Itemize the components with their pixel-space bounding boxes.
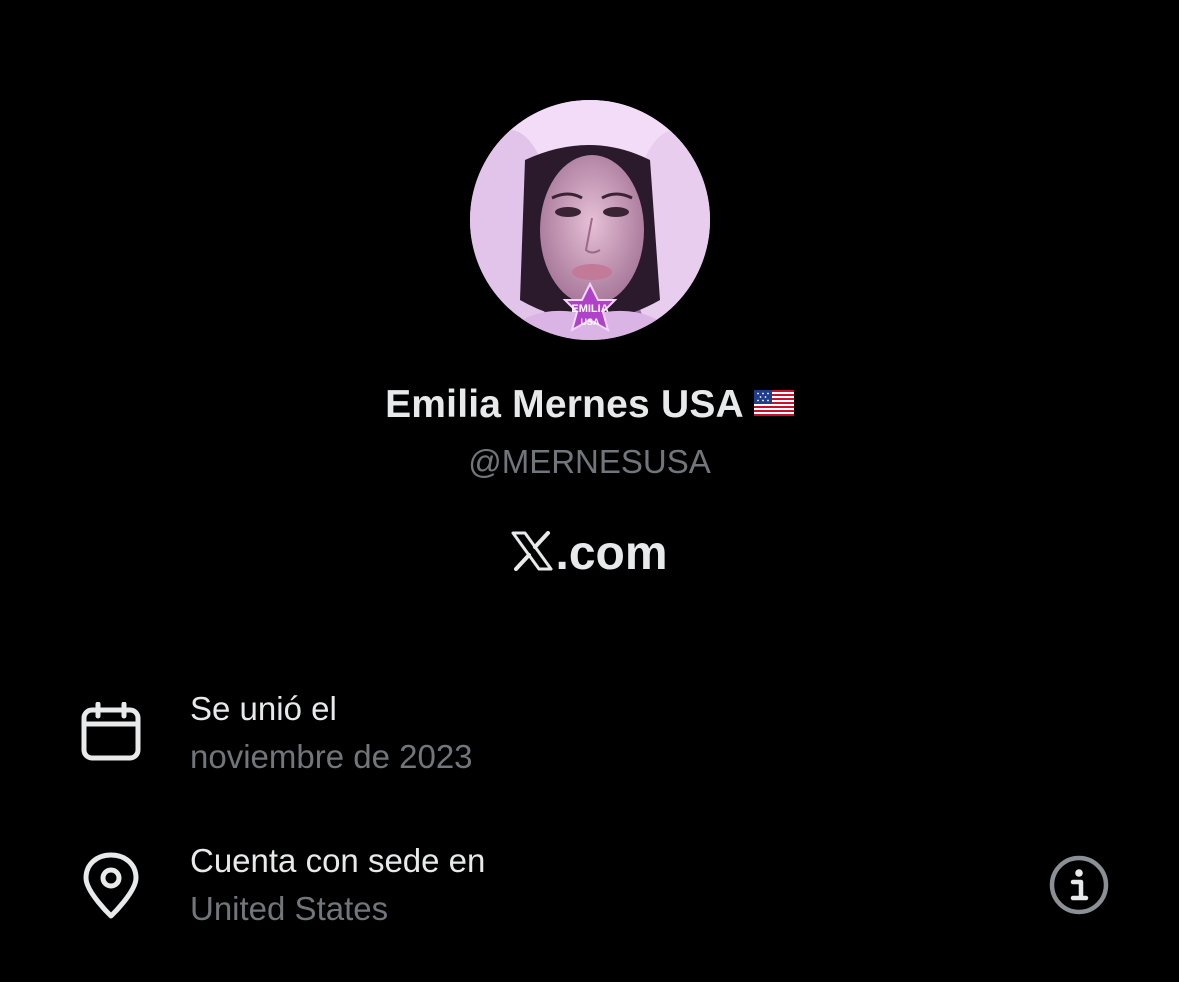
- location-pin-icon: [80, 852, 142, 925]
- avatar-image: EMILIA USA: [470, 100, 710, 340]
- svg-text:EMILIA: EMILIA: [571, 303, 608, 315]
- account-location-row: Cuenta con sede en United States: [80, 842, 1110, 952]
- location-label: Cuenta con sede en: [190, 842, 486, 879]
- us-flag-icon: [753, 382, 794, 426]
- x-site-link[interactable]: .com: [0, 524, 1179, 583]
- site-text: .com: [555, 527, 668, 580]
- joined-date-value: noviembre de 2023: [190, 738, 473, 775]
- joined-label: Se unió el: [190, 690, 337, 727]
- joined-date-row: Se unió el noviembre de 2023: [80, 690, 1110, 800]
- location-value: United States: [190, 890, 389, 927]
- display-name: Emilia Mernes USA: [0, 383, 1179, 427]
- svg-text:USA: USA: [580, 317, 600, 327]
- avatar[interactable]: EMILIA USA: [470, 100, 710, 340]
- username-handle: @MERNESUSA: [468, 443, 711, 480]
- calendar-icon: [80, 701, 142, 767]
- x-logo-icon: [511, 528, 553, 583]
- info-icon[interactable]: [1048, 854, 1110, 921]
- display-name-text: Emilia Mernes USA: [385, 383, 744, 426]
